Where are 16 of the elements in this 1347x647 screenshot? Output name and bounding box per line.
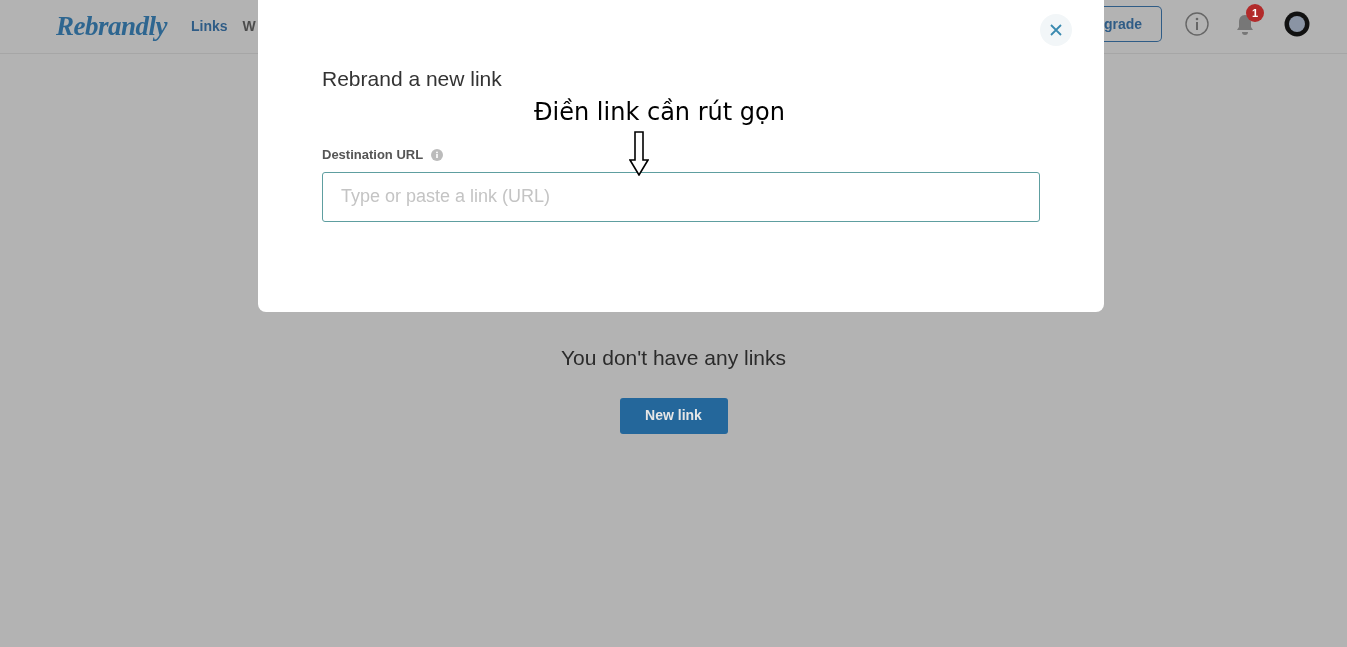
down-arrow-icon [629, 131, 649, 176]
close-button[interactable] [1040, 14, 1072, 46]
notification-badge: 1 [1246, 4, 1264, 22]
field-label: Destination URL [322, 146, 424, 165]
avatar[interactable] [1284, 11, 1310, 37]
info-icon[interactable] [431, 148, 444, 161]
close-icon [1049, 23, 1063, 37]
nav-link[interactable]: W [242, 16, 256, 37]
modal-title: Rebrand a new link [322, 66, 503, 92]
url-field[interactable]: Type or paste a link (URL) [322, 171, 1040, 222]
nav-link[interactable]: Links [191, 16, 228, 37]
annotation-text: Điền link cần rút gọn [534, 97, 785, 128]
empty-message: You don't have any links [560, 345, 787, 371]
logo[interactable]: Rebrandly [56, 6, 167, 47]
info-icon[interactable] [1185, 12, 1209, 36]
new-link-button[interactable]: New link [619, 397, 728, 434]
